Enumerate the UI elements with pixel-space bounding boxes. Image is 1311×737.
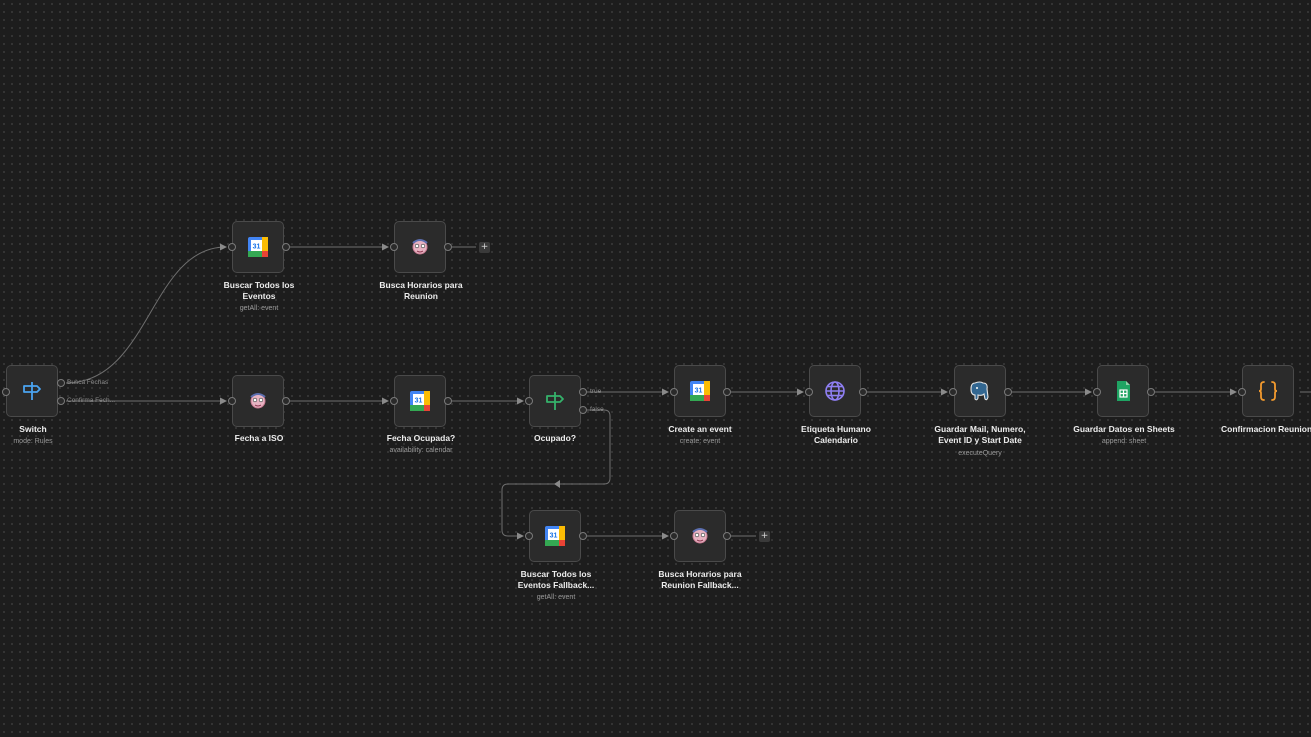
input-port[interactable] — [228, 243, 236, 251]
output-port[interactable] — [444, 397, 452, 405]
node-subtitle: create: event — [679, 438, 721, 445]
node-confirmacion[interactable] — [1242, 365, 1294, 417]
node-title: Confirmacion Reunion — [1221, 424, 1311, 434]
node-subtitle: getAll: event — [239, 305, 279, 312]
output-port[interactable] — [282, 397, 290, 405]
output-label-2: Confirma Fech... — [67, 397, 116, 404]
svg-text:31: 31 — [695, 388, 703, 395]
output-label-false: false — [590, 406, 604, 413]
agent-robot-icon — [689, 525, 711, 547]
output-port[interactable] — [859, 388, 867, 396]
input-port[interactable] — [805, 388, 813, 396]
node-ocupado[interactable] — [529, 375, 581, 427]
workflow-canvas[interactable]: Busca Fechas Confirma Fech... Switch mod… — [0, 0, 1311, 737]
output-port[interactable] — [282, 243, 290, 251]
node-title: Fecha a ISO — [234, 433, 284, 443]
input-port[interactable] — [949, 388, 957, 396]
add-node-button[interactable]: + — [759, 531, 770, 542]
node-title: Create an event — [668, 424, 732, 434]
input-port[interactable] — [228, 397, 236, 405]
connection-switch-buscar — [65, 243, 227, 384]
output-port[interactable] — [1147, 388, 1155, 396]
node-subtitle: getAll: event — [536, 594, 576, 601]
input-port[interactable] — [390, 243, 398, 251]
node-title: Etiqueta Humano Calendario — [801, 424, 871, 445]
output-port[interactable] — [444, 243, 452, 251]
node-guardar-mail[interactable] — [954, 365, 1006, 417]
node-busca-horarios-fallback[interactable] — [674, 510, 726, 562]
node-guardar-sheets[interactable] — [1097, 365, 1149, 417]
google-calendar-icon: 31 — [544, 525, 566, 547]
output-port-false[interactable] — [579, 406, 587, 414]
output-port[interactable] — [723, 532, 731, 540]
node-title: Guardar Datos en Sheets — [1073, 424, 1175, 434]
node-title: Buscar Todos los Eventos — [223, 280, 295, 301]
google-calendar-icon: 31 — [689, 380, 711, 402]
google-calendar-icon: 31 — [409, 390, 431, 412]
agent-robot-icon — [247, 390, 269, 412]
node-create-event[interactable]: 31 — [674, 365, 726, 417]
signpost-icon — [544, 390, 566, 412]
node-title: Busca Horarios para Reunion Fallback... — [658, 569, 742, 590]
output-port[interactable] — [723, 388, 731, 396]
node-title: Fecha Ocupada? — [386, 433, 456, 443]
node-subtitle: mode: Rules — [13, 438, 53, 445]
input-port[interactable] — [670, 388, 678, 396]
input-port[interactable] — [525, 532, 533, 540]
output-label-true: true — [590, 388, 602, 395]
node-subtitle: append: sheet — [1101, 438, 1147, 445]
node-title: Buscar Todos los Eventos Fallback... — [517, 569, 595, 590]
output-port-1[interactable] — [57, 379, 65, 387]
node-subtitle: availability: calendar — [389, 447, 453, 454]
input-port[interactable] — [390, 397, 398, 405]
output-port[interactable] — [579, 532, 587, 540]
flow-direction-marker — [554, 480, 560, 488]
node-etiqueta[interactable] — [809, 365, 861, 417]
svg-text:31: 31 — [415, 398, 423, 405]
svg-text:31: 31 — [550, 533, 558, 540]
node-switch[interactable] — [6, 365, 58, 417]
node-title: Switch — [19, 424, 47, 434]
postgres-elephant-icon — [969, 380, 991, 402]
input-port[interactable] — [1093, 388, 1101, 396]
node-title: Guardar Mail, Numero, Event ID y Start D… — [934, 424, 1026, 445]
node-buscar-fallback[interactable]: 31 — [529, 510, 581, 562]
node-subtitle: executeQuery — [958, 450, 1002, 457]
node-fecha-iso[interactable] — [232, 375, 284, 427]
agent-robot-icon — [409, 236, 431, 258]
node-buscar-todos-eventos[interactable]: 31 — [232, 221, 284, 273]
input-port[interactable] — [670, 532, 678, 540]
node-busca-horarios[interactable] — [394, 221, 446, 273]
input-port[interactable] — [525, 397, 533, 405]
input-port[interactable] — [2, 388, 10, 396]
input-port[interactable] — [1238, 388, 1246, 396]
output-port[interactable] — [1004, 388, 1012, 396]
node-title: Ocupado? — [533, 433, 577, 443]
output-port-true[interactable] — [579, 388, 587, 396]
signpost-icon — [21, 380, 43, 402]
google-calendar-icon: 31 — [247, 236, 269, 258]
add-node-button[interactable]: + — [479, 242, 490, 253]
output-label-1: Busca Fechas — [67, 379, 109, 386]
code-braces-icon — [1256, 380, 1280, 402]
node-fecha-ocupada[interactable]: 31 — [394, 375, 446, 427]
google-sheets-icon — [1112, 380, 1134, 402]
globe-icon — [824, 380, 846, 402]
svg-text:31: 31 — [253, 244, 261, 251]
output-port-2[interactable] — [57, 397, 65, 405]
node-title: Busca Horarios para Reunion — [379, 280, 463, 301]
